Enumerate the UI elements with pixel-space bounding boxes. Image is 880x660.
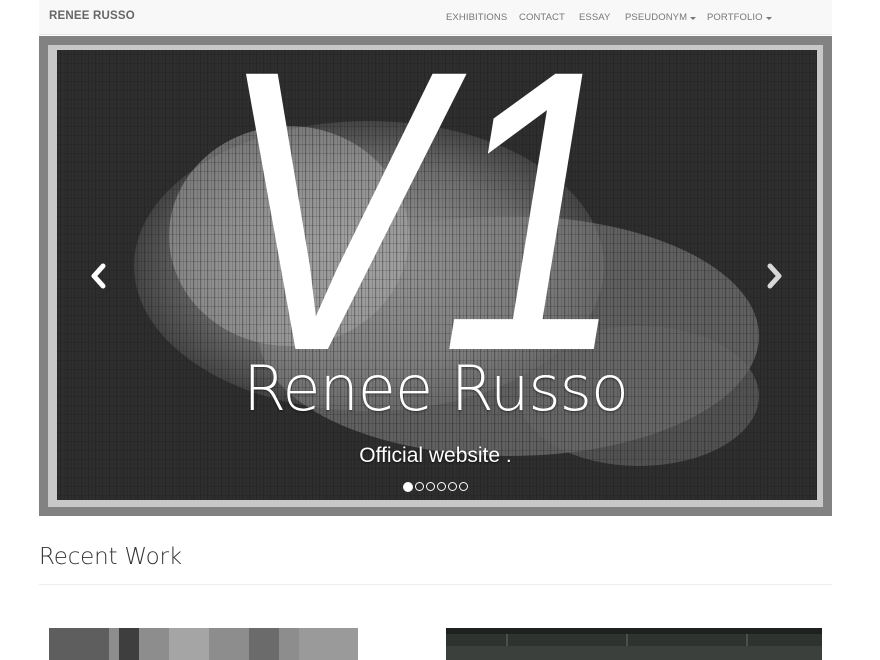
- chevron-right-icon: [767, 263, 782, 289]
- nav-pseudonym-label: PSEUDONYM: [625, 12, 688, 23]
- section-divider: [39, 584, 832, 585]
- carousel-next-button[interactable]: [756, 258, 792, 294]
- caret-down-icon: [690, 16, 697, 20]
- nav-portfolio-label: PORTFOLIO: [707, 12, 763, 23]
- nav-exhibitions[interactable]: EXHIBITIONS: [446, 12, 507, 23]
- carousel-prev-button[interactable]: [81, 258, 117, 294]
- artwork-thumbnail-image: [49, 628, 358, 660]
- carousel-indicator[interactable]: [426, 482, 435, 491]
- caret-down-icon: [765, 16, 772, 20]
- nav-essay[interactable]: ESSAY: [579, 12, 610, 23]
- nav-portfolio-dropdown[interactable]: PORTFOLIO: [707, 12, 772, 23]
- carousel-indicator[interactable]: [448, 482, 457, 491]
- artwork-thumbnail-image: [446, 628, 822, 660]
- brand-link[interactable]: RENEE RUSSO: [49, 10, 135, 22]
- carousel-indicator[interactable]: [403, 481, 413, 492]
- carousel-indicator[interactable]: [459, 482, 468, 491]
- v1-logo-text: V1: [217, 44, 627, 374]
- chevron-left-icon: [91, 263, 106, 289]
- carousel-indicator[interactable]: [415, 482, 424, 491]
- carousel-subtitle: Official website .: [359, 444, 512, 467]
- hero-carousel: V1 Renee Russo Official website .: [39, 36, 832, 516]
- carousel-indicators: [39, 481, 832, 492]
- carousel-indicator[interactable]: [437, 482, 446, 491]
- nav-contact[interactable]: CONTACT: [519, 12, 565, 23]
- recent-work-thumbnail[interactable]: [49, 628, 358, 660]
- recent-work-heading: Recent Work: [39, 544, 182, 570]
- navbar: RENEE RUSSO EXHIBITIONS CONTACT ESSAY PS…: [39, 0, 832, 35]
- nav-pseudonym-dropdown[interactable]: PSEUDONYM: [625, 12, 697, 23]
- recent-work-thumbnail[interactable]: [446, 628, 822, 660]
- carousel-title: Renee Russo: [243, 352, 629, 425]
- v1-logo: V1: [217, 44, 627, 374]
